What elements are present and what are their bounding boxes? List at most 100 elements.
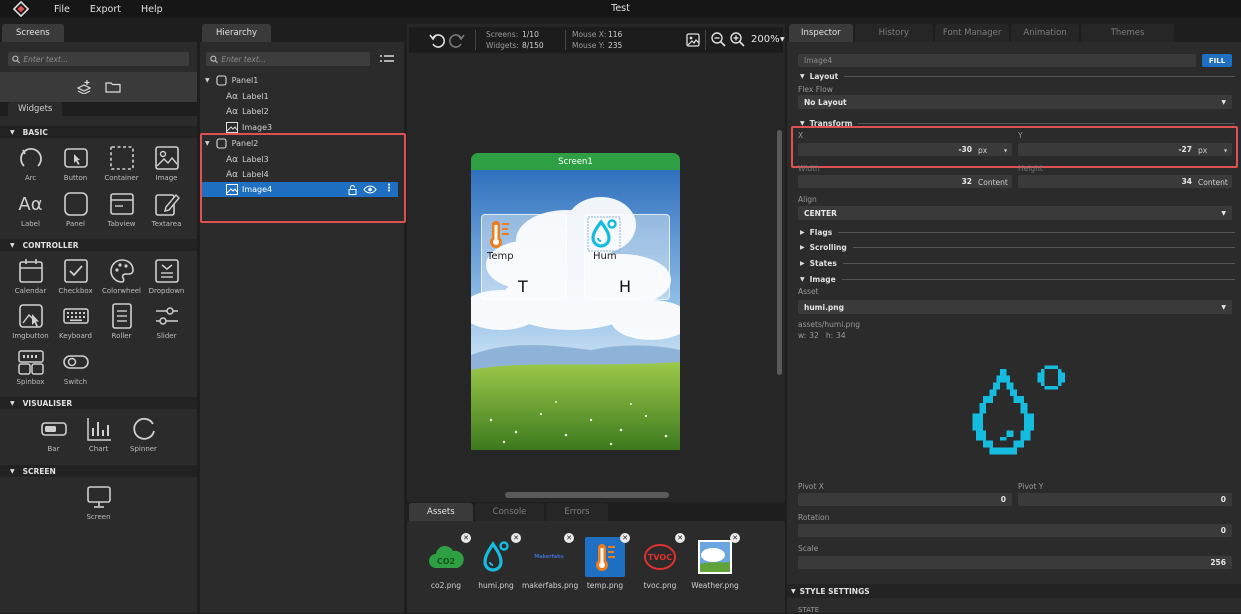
image-icon[interactable] bbox=[686, 33, 700, 47]
widget-bar[interactable]: Bar bbox=[31, 415, 76, 457]
widget-arc[interactable]: Arc bbox=[8, 144, 53, 186]
tree-node-panel1[interactable]: ▼ Panel1 bbox=[200, 73, 400, 88]
asset-select[interactable]: humi.png ▼ bbox=[798, 300, 1232, 314]
width-unit[interactable]: Content bbox=[978, 178, 1008, 187]
asset-makerfabs[interactable]: Makerfabs ✕ makerfabs.png bbox=[522, 533, 578, 597]
screen-title-bar[interactable]: Screen1 bbox=[471, 153, 680, 170]
section-scrolling[interactable]: ▶ Scrolling bbox=[800, 241, 1235, 253]
menu-file[interactable]: File bbox=[54, 4, 70, 15]
height-unit[interactable]: Content bbox=[1198, 178, 1228, 187]
widget-screen[interactable]: Screen bbox=[76, 483, 121, 525]
remove-asset-icon[interactable]: ✕ bbox=[564, 533, 574, 543]
widget-calendar[interactable]: Calendar bbox=[8, 257, 53, 299]
widget-search[interactable] bbox=[8, 52, 189, 66]
tab-screens[interactable]: Screens bbox=[2, 24, 64, 42]
widget-dropdown[interactable]: Dropdown bbox=[144, 257, 189, 299]
tab-animation[interactable]: Animation bbox=[1011, 24, 1079, 42]
widget-checkbox[interactable]: Checkbox bbox=[53, 257, 98, 299]
tab-console[interactable]: Console bbox=[474, 503, 545, 521]
add-screen-icon[interactable] bbox=[76, 80, 92, 94]
tab-assets[interactable]: Assets bbox=[409, 503, 473, 521]
tab-history[interactable]: History bbox=[854, 24, 933, 42]
widget-chart[interactable]: Chart bbox=[76, 415, 121, 457]
asset-temp[interactable]: ✕ temp.png bbox=[580, 533, 630, 597]
redo-icon[interactable] bbox=[449, 32, 465, 48]
tab-errors[interactable]: Errors bbox=[546, 503, 608, 521]
remove-asset-icon[interactable]: ✕ bbox=[620, 533, 630, 543]
widget-colorwheel[interactable]: Colorwheel bbox=[99, 257, 144, 299]
asset-humi[interactable]: ✕ humi.png bbox=[471, 533, 521, 597]
widget-label[interactable]: Aα Label bbox=[8, 190, 53, 232]
pivot-x-field[interactable]: 0 bbox=[798, 493, 1012, 506]
widget-keyboard[interactable]: Keyboard bbox=[53, 302, 98, 344]
tree-node-label2[interactable]: Aα Label2 bbox=[200, 104, 400, 119]
more-options-icon[interactable]: ⋮ bbox=[384, 183, 394, 194]
tree-node-label4[interactable]: Aα Label4 bbox=[200, 167, 400, 182]
section-states[interactable]: ▶ States bbox=[800, 257, 1235, 269]
section-basic[interactable]: ▼ BASIC bbox=[0, 126, 197, 138]
section-style-settings[interactable]: ▼ STYLE SETTINGS bbox=[787, 584, 1241, 598]
section-screen[interactable]: ▼ SCREEN bbox=[0, 465, 197, 477]
undo-icon[interactable] bbox=[429, 32, 445, 48]
remove-asset-icon[interactable]: ✕ bbox=[511, 533, 521, 543]
zoom-level[interactable]: 200% bbox=[751, 34, 780, 45]
section-layout[interactable]: ▼ Layout bbox=[800, 70, 1235, 82]
section-flags[interactable]: ▶ Flags bbox=[800, 226, 1235, 238]
tab-hierarchy[interactable]: Hierarchy bbox=[202, 24, 272, 42]
section-image[interactable]: ▼ Image bbox=[800, 273, 1235, 285]
widget-spinner[interactable]: Spinner bbox=[121, 415, 166, 457]
remove-asset-icon[interactable]: ✕ bbox=[675, 533, 685, 543]
device-screen[interactable]: Screen1 Temp T Hum H bbox=[471, 153, 680, 450]
menu-help[interactable]: Help bbox=[141, 4, 163, 15]
vertical-scrollbar[interactable] bbox=[777, 130, 782, 375]
widget-container[interactable]: Container bbox=[99, 144, 144, 186]
widget-roller[interactable]: Roller bbox=[99, 302, 144, 344]
collapse-icon[interactable]: ▼ bbox=[205, 77, 210, 84]
menu-export[interactable]: Export bbox=[90, 4, 121, 15]
folder-icon[interactable] bbox=[105, 81, 121, 93]
asset-co2[interactable]: CO2 ✕ co2.png bbox=[421, 533, 471, 597]
y-unit[interactable]: px bbox=[1198, 146, 1207, 155]
zoom-out-icon[interactable] bbox=[711, 32, 726, 47]
horizontal-scrollbar[interactable] bbox=[505, 492, 669, 498]
tree-node-label3[interactable]: Aα Label3 bbox=[200, 152, 400, 167]
asset-weather[interactable]: ✕ Weather.png bbox=[690, 533, 740, 597]
flex-flow-select[interactable]: No Layout ▼ bbox=[798, 95, 1232, 109]
tree-node-image4[interactable]: Image4 ⋮ bbox=[202, 182, 398, 197]
unlock-icon[interactable] bbox=[348, 185, 357, 195]
widget-spinbox[interactable]: Spinbox bbox=[8, 348, 53, 390]
remove-asset-icon[interactable]: ✕ bbox=[730, 533, 740, 543]
hierarchy-search[interactable] bbox=[206, 52, 370, 66]
tab-widgets[interactable]: Widgets bbox=[8, 102, 63, 116]
asset-tvoc[interactable]: TVOC ✕ tvoc.png bbox=[635, 533, 685, 597]
hierarchy-search-input[interactable] bbox=[221, 54, 370, 64]
tab-themes[interactable]: Themes bbox=[1080, 24, 1175, 42]
tab-inspector[interactable]: Inspector bbox=[789, 24, 853, 42]
tree-node-image3[interactable]: Image3 bbox=[200, 120, 400, 135]
widget-panel[interactable]: Panel bbox=[53, 190, 98, 232]
remove-asset-icon[interactable]: ✕ bbox=[461, 533, 471, 543]
eye-icon[interactable] bbox=[363, 185, 377, 194]
tree-node-panel2[interactable]: ▼ Panel2 bbox=[200, 136, 400, 151]
zoom-in-icon[interactable] bbox=[730, 32, 745, 47]
widget-name-field[interactable]: Image4 bbox=[798, 54, 1196, 67]
section-visualiser[interactable]: ▼ VISUALISER bbox=[0, 397, 197, 409]
scale-field[interactable]: 256 bbox=[798, 556, 1232, 569]
panel2-card[interactable]: Hum H bbox=[584, 214, 670, 300]
widget-image[interactable]: Image bbox=[144, 144, 189, 186]
list-menu-icon[interactable] bbox=[380, 54, 394, 64]
section-controller[interactable]: ▼ CONTROLLER bbox=[0, 239, 197, 251]
chevron-down-icon[interactable]: ▼ bbox=[780, 36, 785, 43]
widget-switch[interactable]: Switch bbox=[53, 348, 98, 390]
pivot-y-field[interactable]: 0 bbox=[1018, 493, 1232, 506]
widget-button[interactable]: Button bbox=[53, 144, 98, 186]
rotation-field[interactable]: 0 bbox=[798, 524, 1232, 537]
x-unit[interactable]: px bbox=[978, 146, 987, 155]
widget-slider[interactable]: Slider bbox=[144, 302, 189, 344]
widget-imgbutton[interactable]: Imgbutton bbox=[8, 302, 53, 344]
widget-search-input[interactable] bbox=[23, 54, 189, 64]
widget-tabview[interactable]: Tabview bbox=[99, 190, 144, 232]
align-select[interactable]: CENTER ▼ bbox=[798, 206, 1232, 220]
tab-font-manager[interactable]: Font Manager bbox=[934, 24, 1010, 42]
widget-textarea[interactable]: Textarea bbox=[144, 190, 189, 232]
